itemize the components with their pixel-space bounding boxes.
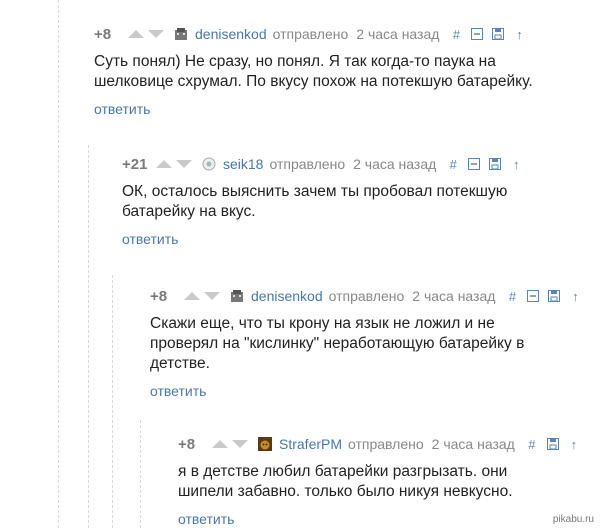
avatar[interactable] [202, 157, 216, 171]
hash-icon[interactable]: # [449, 27, 463, 42]
comment: +8 denisenkod отправлено 2 часа назад # … [150, 286, 600, 400]
avatar[interactable] [230, 289, 244, 303]
comment-text: я в детстве любил батарейки разгрызать. … [178, 463, 513, 500]
comment: +8 denisenkod отправлено 2 часа назад # … [94, 24, 600, 118]
save-icon[interactable] [547, 289, 561, 303]
comment-meta: +8 denisenkod отправлено 2 часа назад # … [94, 24, 600, 44]
username[interactable]: StraferPM [279, 436, 342, 452]
arrow-up-icon[interactable]: ↑ [509, 157, 523, 172]
vote-up-icon[interactable] [156, 160, 172, 168]
timestamp[interactable]: 2 часа назад [353, 156, 436, 172]
username[interactable]: denisenkod [251, 288, 323, 304]
thread-line [58, 0, 59, 528]
avatar[interactable] [174, 27, 188, 41]
avatar[interactable] [258, 437, 272, 451]
reply-link[interactable]: ответить [122, 231, 600, 247]
comment-rating: +21 [122, 155, 148, 173]
comment-rating: +8 [178, 435, 196, 453]
comment-text: ОК, осталось выяснить зачем ты пробовал … [122, 183, 508, 220]
thread-line [88, 145, 89, 528]
save-icon[interactable] [488, 157, 502, 171]
comment-text: Скажи еще, что ты крону на язык не ложил… [150, 315, 525, 372]
arrow-up-icon[interactable]: ↑ [568, 289, 582, 304]
sent-label: отправлено [328, 288, 405, 304]
hash-icon[interactable]: # [446, 157, 460, 172]
hash-icon[interactable]: # [505, 289, 519, 304]
watermark: pikabu.ru [552, 514, 594, 525]
username[interactable]: seik18 [223, 156, 263, 172]
comment-rating: +8 [94, 25, 112, 43]
vote-down-icon[interactable] [204, 292, 220, 300]
vote-up-icon[interactable] [184, 292, 200, 300]
comment: +21 seik18 отправлено 2 часа назад # ↑ О… [122, 154, 600, 248]
timestamp[interactable]: 2 часа назад [412, 288, 495, 304]
save-icon[interactable] [491, 27, 505, 41]
vote-down-icon[interactable] [176, 160, 192, 168]
thread-line [140, 420, 141, 528]
reply-link[interactable]: ответить [150, 383, 600, 399]
sent-label: отправлено [272, 26, 349, 42]
save-icon[interactable] [546, 437, 560, 451]
vote-down-icon[interactable] [232, 440, 248, 448]
comment-rating: +8 [150, 287, 168, 305]
comment-text: Суть понял) Не сразу, но понял. Я так ко… [94, 53, 533, 90]
hash-icon[interactable]: # [525, 437, 539, 452]
minus-box-icon[interactable] [470, 27, 484, 41]
comment-meta: +8 StraferPM отправлено 2 часа назад # ↑ [178, 434, 600, 454]
reply-link[interactable]: ответить [94, 101, 600, 117]
comment-meta: +21 seik18 отправлено 2 часа назад # ↑ [122, 154, 600, 174]
username[interactable]: denisenkod [195, 26, 267, 42]
sent-label: отправлено [269, 156, 346, 172]
arrow-up-icon[interactable]: ↑ [567, 437, 581, 452]
comment: +8 StraferPM отправлено 2 часа назад # ↑… [178, 434, 600, 528]
vote-up-icon[interactable] [128, 30, 144, 38]
minus-box-icon[interactable] [526, 289, 540, 303]
reply-link[interactable]: ответить [178, 511, 600, 527]
minus-box-icon[interactable] [467, 157, 481, 171]
timestamp[interactable]: 2 часа назад [356, 26, 439, 42]
vote-up-icon[interactable] [212, 440, 228, 448]
vote-down-icon[interactable] [148, 30, 164, 38]
timestamp[interactable]: 2 часа назад [432, 436, 515, 452]
comment-meta: +8 denisenkod отправлено 2 часа назад # … [150, 286, 600, 306]
sent-label: отправлено [348, 436, 424, 452]
thread-line [112, 275, 113, 528]
arrow-up-icon[interactable]: ↑ [512, 27, 526, 42]
